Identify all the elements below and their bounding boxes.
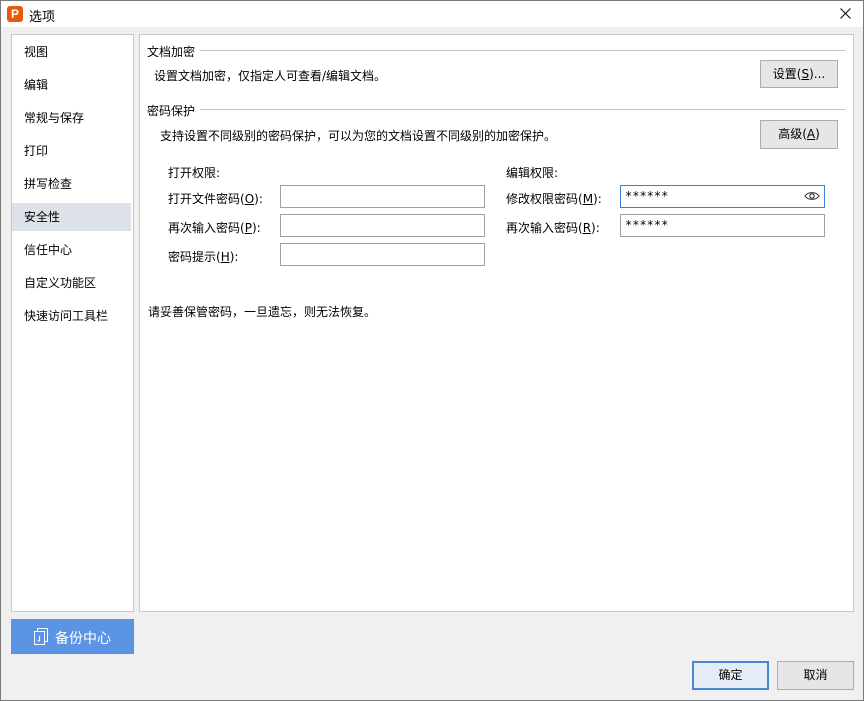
- edit-reenter-password-label: 再次输入密码(R):: [506, 221, 600, 235]
- open-reenter-password-input[interactable]: [280, 214, 485, 237]
- open-password-input[interactable]: [280, 185, 485, 208]
- sidebar-item-customize-ribbon[interactable]: 自定义功能区: [12, 269, 131, 297]
- sidebar: 视图 编辑 常规与保存 打印 拼写检查 安全性 信任中心 自定义功能区 快速访问…: [11, 34, 134, 612]
- advanced-button-suffix: ): [815, 127, 820, 141]
- ok-button[interactable]: 确定: [692, 661, 769, 690]
- password-divider: [200, 109, 845, 110]
- close-button[interactable]: [827, 1, 863, 27]
- encryption-settings-button[interactable]: 设置(S)...: [760, 60, 838, 88]
- settings-button-suffix: )...: [809, 67, 826, 81]
- security-panel: 文档加密 设置文档加密，仅指定人可查看/编辑文档。 设置(S)... 密码保护 …: [139, 34, 854, 612]
- advanced-button-key: A: [806, 127, 816, 141]
- window-title: 选项: [29, 10, 56, 25]
- backup-center-label: 备份中心: [55, 631, 111, 647]
- backup-document-icon: [34, 628, 48, 645]
- password-group-title: 密码保护: [147, 102, 196, 119]
- sidebar-item-edit[interactable]: 编辑: [12, 71, 131, 99]
- sidebar-item-quick-access-toolbar[interactable]: 快速访问工具栏: [12, 302, 131, 330]
- app-logo-icon: P: [7, 6, 23, 22]
- encryption-divider: [200, 50, 845, 51]
- password-hint-label: 密码提示(H):: [168, 250, 239, 264]
- title-bar: P 选项: [1, 1, 863, 27]
- password-hint-input[interactable]: [280, 243, 485, 266]
- modify-password-value: ******: [625, 189, 669, 203]
- backup-center-button[interactable]: 备份中心: [11, 619, 134, 654]
- sidebar-item-security[interactable]: 安全性: [12, 203, 131, 231]
- open-reenter-password-label: 再次输入密码(P):: [168, 221, 261, 235]
- cancel-button[interactable]: 取消: [777, 661, 854, 690]
- advanced-button-text: 高级(: [778, 127, 807, 141]
- encryption-group-title: 文档加密: [147, 43, 196, 60]
- sidebar-item-view[interactable]: 视图: [12, 38, 131, 66]
- encryption-description: 设置文档加密，仅指定人可查看/编辑文档。: [154, 69, 387, 83]
- modify-password-input[interactable]: ******: [620, 185, 825, 208]
- show-password-eye-icon[interactable]: [804, 190, 820, 202]
- open-password-label: 打开文件密码(O):: [168, 192, 263, 206]
- advanced-button[interactable]: 高级(A): [760, 120, 838, 149]
- sidebar-item-general-save[interactable]: 常规与保存: [12, 104, 131, 132]
- password-warning: 请妥善保管密码，一旦遗忘，则无法恢复。: [148, 305, 377, 319]
- modify-password-label: 修改权限密码(M):: [506, 192, 602, 206]
- edit-reenter-password-input[interactable]: ******: [620, 214, 825, 237]
- sidebar-item-spell-check[interactable]: 拼写检查: [12, 170, 131, 198]
- settings-button-text: 设置(: [772, 67, 802, 81]
- sidebar-item-trust-center[interactable]: 信任中心: [12, 236, 131, 264]
- password-description: 支持设置不同级别的密码保护，可以为您的文档设置不同级别的加密保护。: [160, 129, 557, 143]
- open-permission-heading: 打开权限:: [168, 166, 221, 180]
- settings-button-key: S: [801, 67, 810, 81]
- sidebar-item-print[interactable]: 打印: [12, 137, 131, 165]
- edit-permission-heading: 编辑权限:: [506, 166, 559, 180]
- options-dialog: P 选项 视图 编辑 常规与保存 打印 拼写检查 安全性 信任中心 自定义功能区…: [0, 0, 864, 701]
- close-icon: [840, 8, 851, 19]
